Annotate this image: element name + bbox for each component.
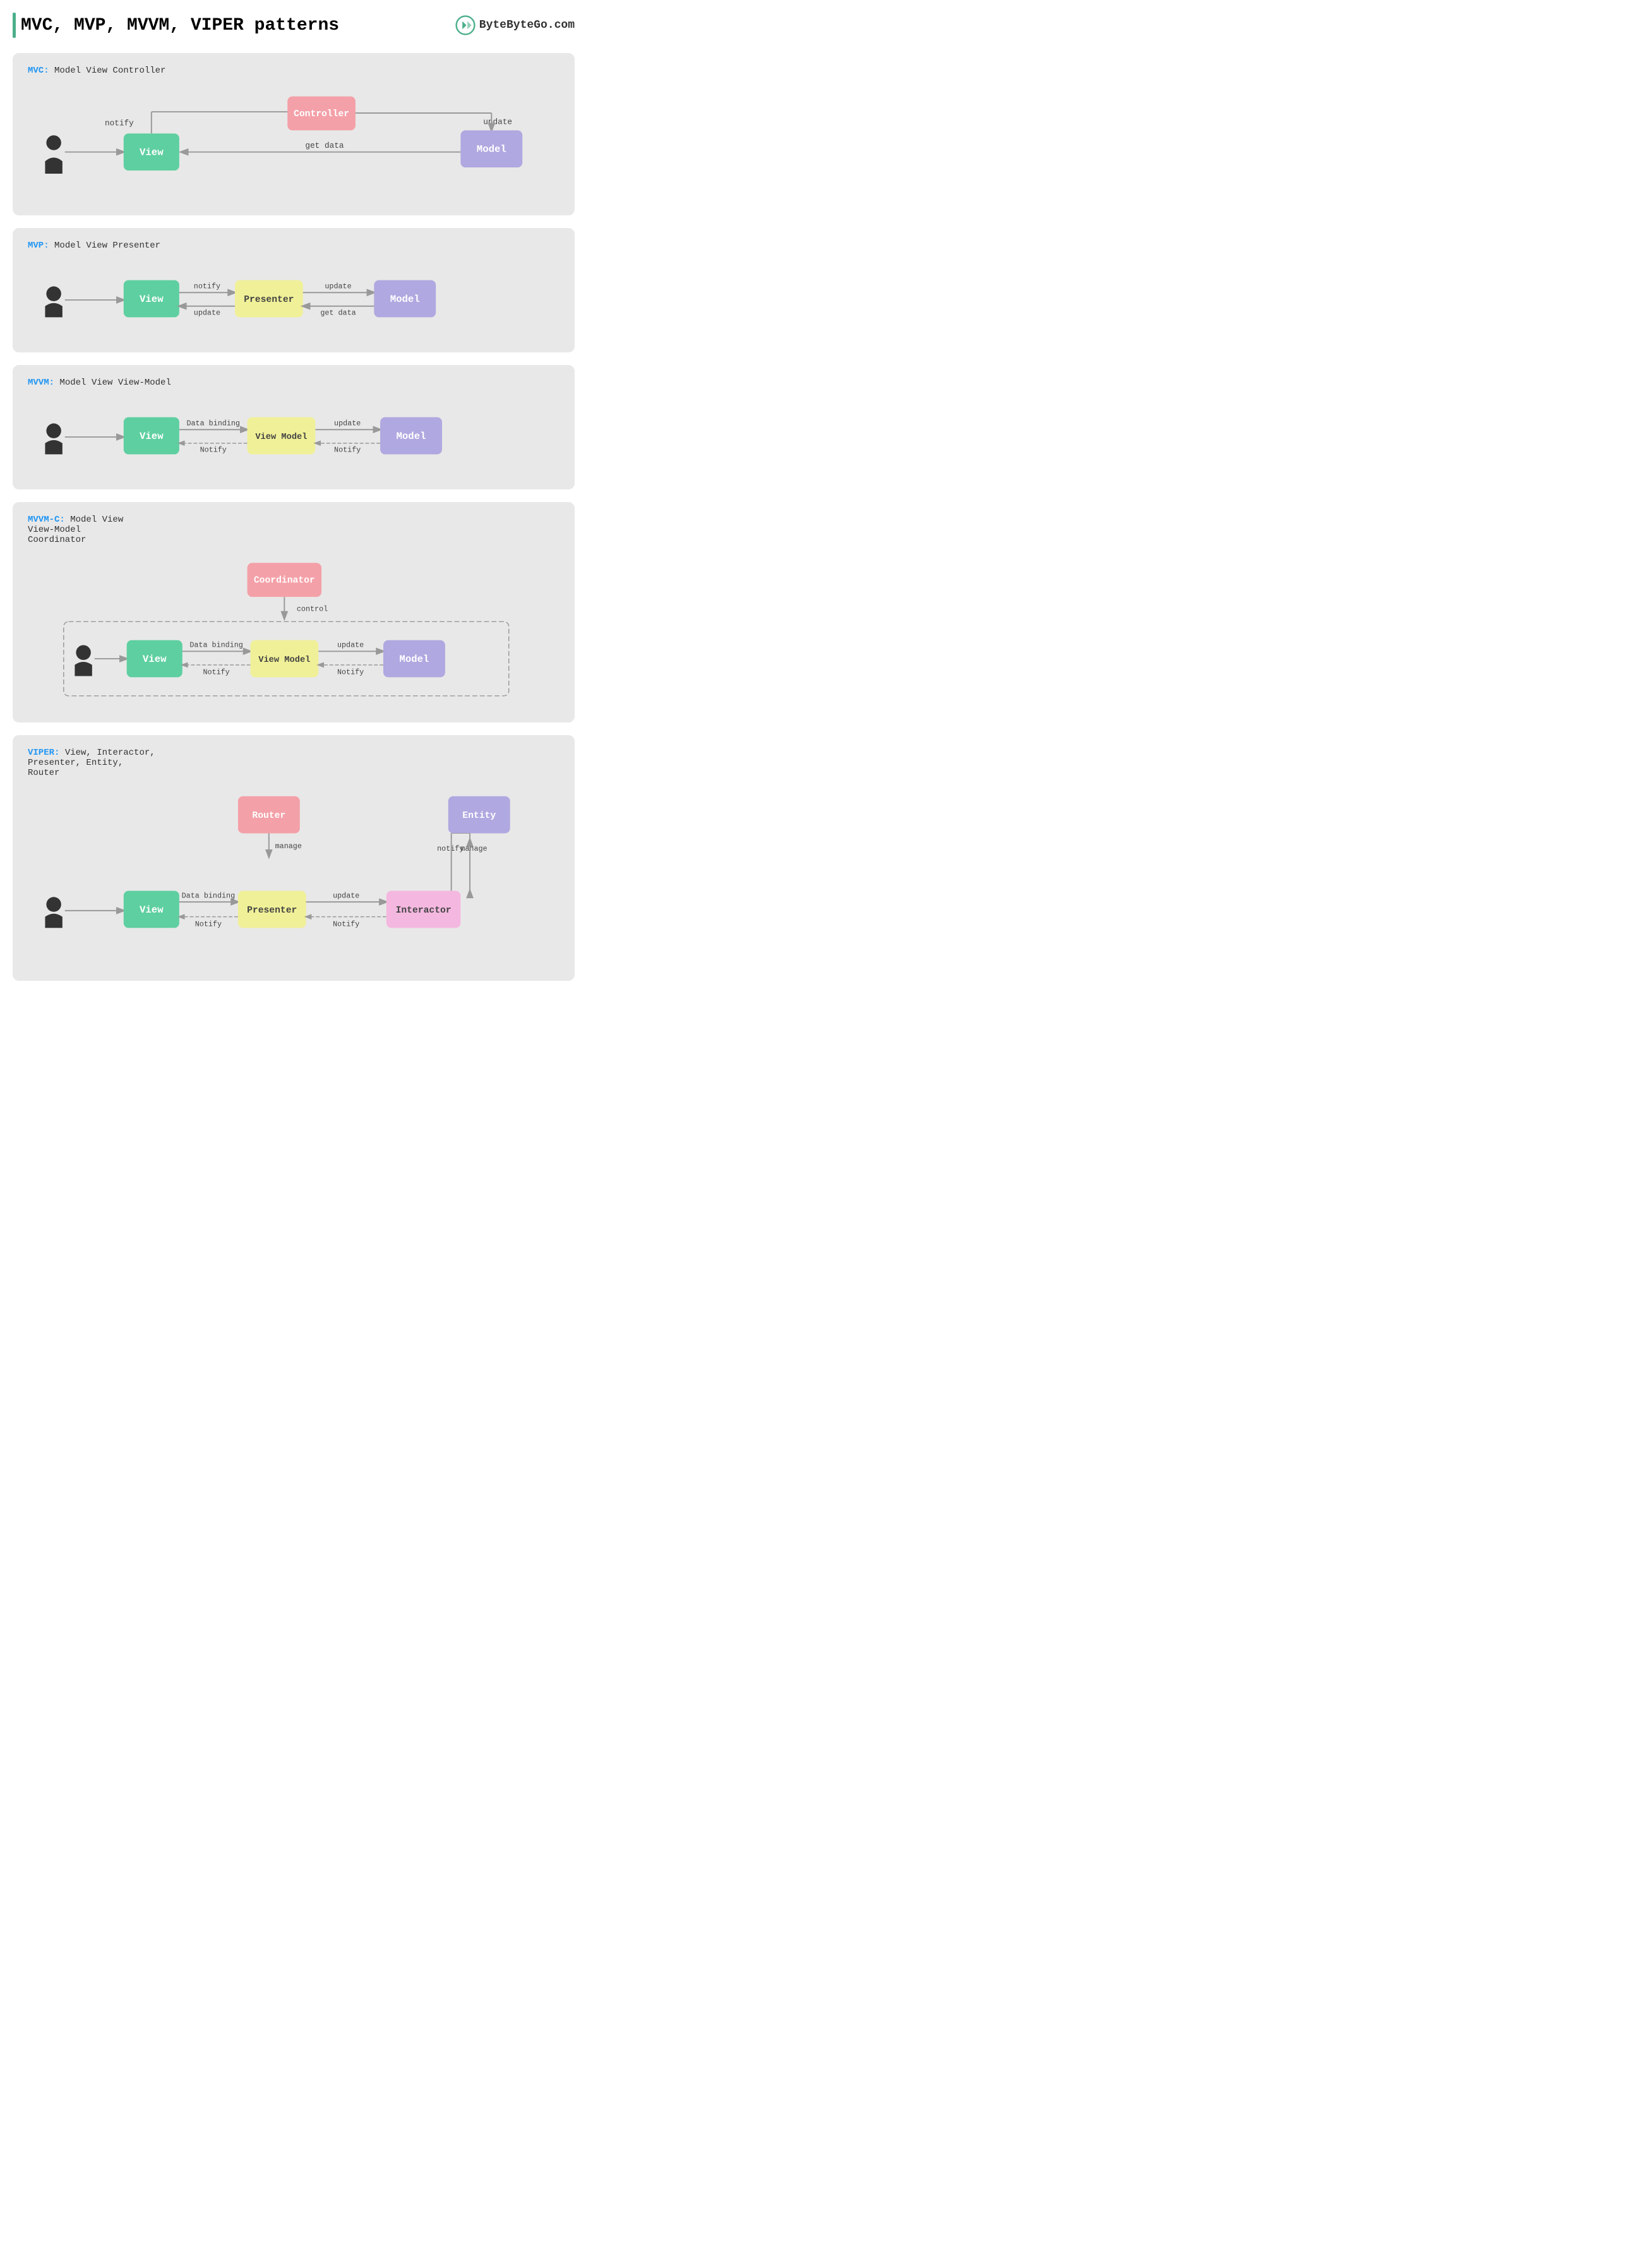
mvvmc-section: MVVM-C: Model View View-Model Coordinato… [13,502,575,722]
mvc-label: MVC: Model View Controller [28,66,560,76]
svg-text:control: control [297,605,328,614]
brand-icon [455,15,476,35]
brand: ByteByteGo.com [455,15,575,35]
svg-text:update: update [483,117,512,127]
viper-section: VIPER: View, Interactor, Presenter, Enti… [13,735,575,981]
svg-text:Model: Model [397,431,426,442]
svg-text:View Model: View Model [255,433,307,442]
svg-text:get data: get data [305,141,344,150]
mvvm-diagram: View Data binding Notify View Model upda… [28,398,560,474]
viper-diagram: Router Entity manage notify manage View … [28,788,560,965]
mvp-key: MVP: [28,241,49,251]
mvp-section: MVP: Model View Presenter View notify up… [13,228,575,352]
viper-key: VIPER: [28,748,59,758]
mvvm-label: MVVM: Model View View-Model [28,378,560,388]
svg-text:Presenter: Presenter [247,906,297,916]
svg-text:Data binding: Data binding [189,640,243,649]
svg-text:Presenter: Presenter [244,295,294,305]
svg-text:View: View [140,294,164,305]
svg-text:manage: manage [460,844,487,853]
svg-text:Model: Model [399,654,429,665]
mvvmc-key: MVVM-C: [28,515,65,525]
svg-text:manage: manage [275,842,302,851]
svg-text:Controller: Controller [294,109,349,119]
svg-text:Notify: Notify [337,668,364,677]
mvp-label-text: Model View Presenter [54,241,160,251]
mvp-label: MVP: Model View Presenter [28,241,560,251]
mvc-label-text: Model View Controller [54,66,165,76]
svg-text:View: View [140,904,164,916]
mvvm-key: MVVM: [28,378,54,388]
mvvm-label-text: Model View View-Model [59,378,171,388]
viper-label: VIPER: View, Interactor, Presenter, Enti… [28,748,560,778]
svg-text:update: update [334,419,361,428]
svg-text:Entity: Entity [462,811,496,821]
svg-text:View Model: View Model [258,656,310,665]
mvc-section: MVC: Model View Controller View notify C… [13,53,575,215]
svg-text:Model: Model [390,294,420,305]
title-text: MVC, MVP, MVVM, VIPER patterns [21,16,339,35]
svg-text:Notify: Notify [333,920,359,928]
svg-text:notify: notify [437,844,464,853]
svg-text:update: update [333,891,359,900]
mvvmc-label: MVVM-C: Model View View-Model Coordinato… [28,515,560,545]
mvc-diagram: View notify Controller update Model get … [28,86,560,200]
svg-text:View: View [143,654,167,665]
svg-text:update: update [194,308,220,317]
svg-text:Notify: Notify [200,445,227,454]
page-title: MVC, MVP, MVVM, VIPER patterns [13,13,339,38]
svg-text:Notify: Notify [195,920,222,928]
svg-text:update: update [337,640,364,649]
mvvmc-diagram: Coordinator control View Data binding No… [28,555,560,707]
svg-text:notify: notify [105,119,134,128]
svg-text:Router: Router [252,811,285,821]
svg-text:Interactor: Interactor [396,906,452,916]
page-header: MVC, MVP, MVVM, VIPER patterns ByteByteG… [13,13,575,38]
svg-text:View: View [140,431,164,442]
svg-text:Notify: Notify [334,445,361,454]
svg-text:update: update [325,282,351,291]
mvp-diagram: View notify update Presenter update get … [28,261,560,337]
svg-text:View: View [140,147,164,159]
svg-text:Notify: Notify [203,668,229,677]
brand-text: ByteByteGo.com [479,19,575,32]
mvc-key: MVC: [28,66,49,76]
svg-text:Model: Model [477,144,506,155]
svg-text:Data binding: Data binding [182,891,236,900]
svg-text:Data binding: Data binding [186,419,240,428]
mvvm-section: MVVM: Model View View-Model View Data bi… [13,365,575,489]
svg-text:Coordinator: Coordinator [254,576,315,586]
svg-text:get data: get data [320,308,356,317]
svg-text:notify: notify [194,282,220,291]
title-bar [13,13,16,38]
